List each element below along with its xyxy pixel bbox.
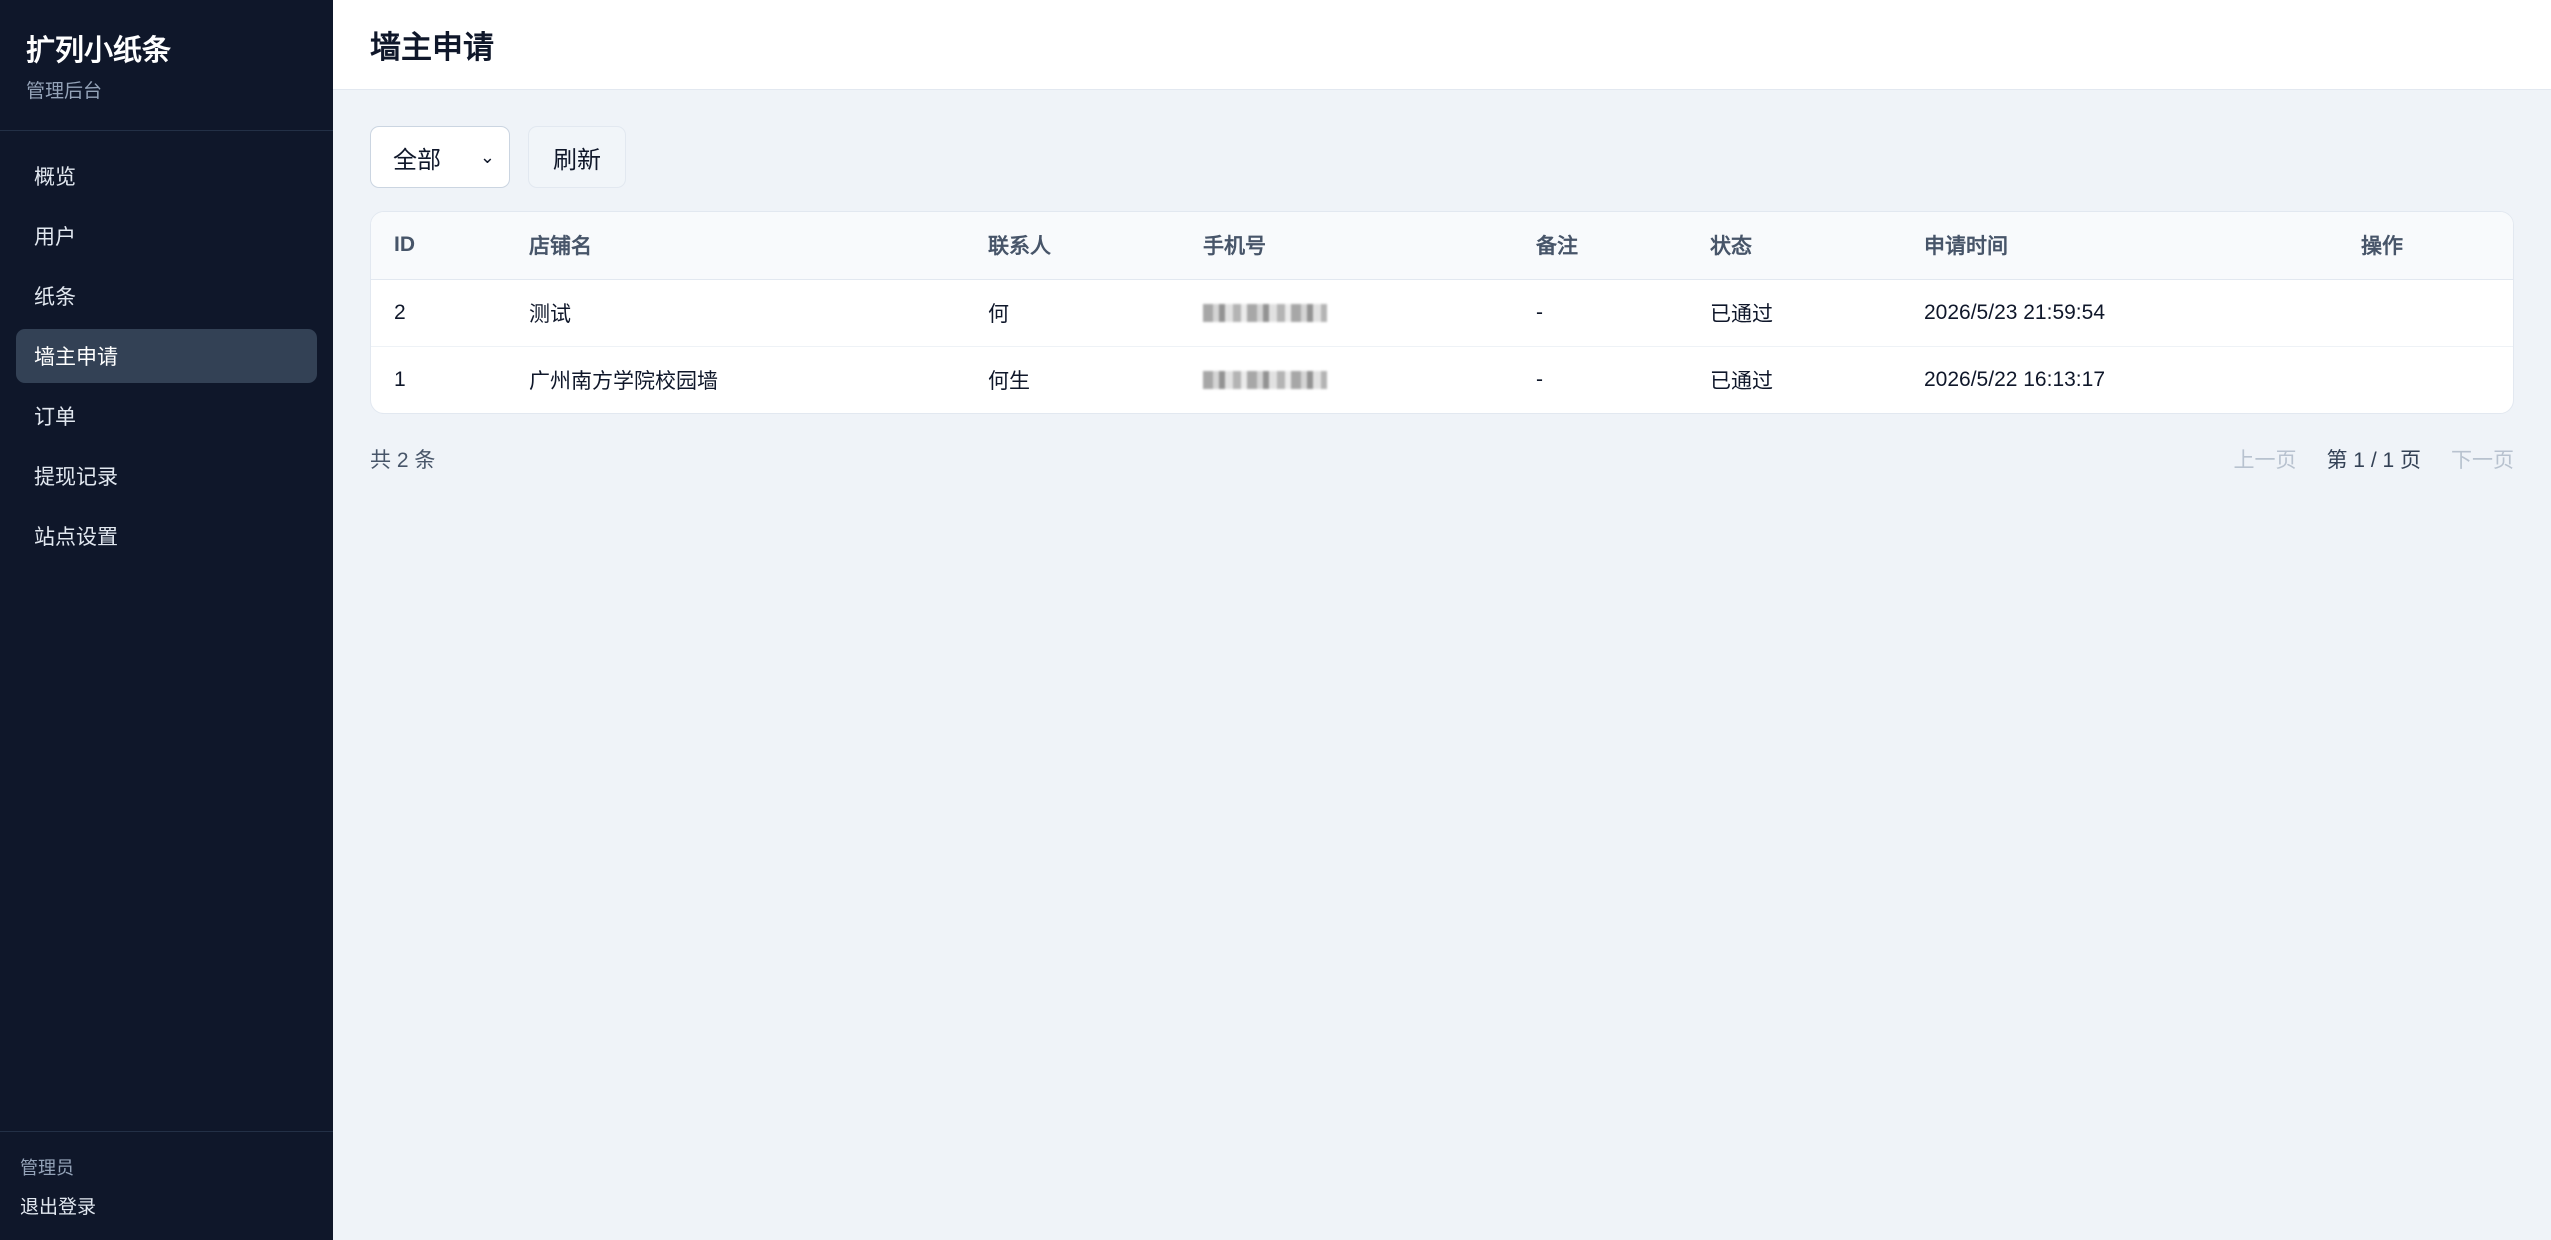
table-header-row: ID 店铺名 联系人 手机号 备注 状态 申请时间 操作 [371, 212, 2513, 280]
column-header-id: ID [371, 212, 506, 280]
next-page-button[interactable]: 下一页 [2451, 444, 2514, 474]
total-count: 共 2 条 [370, 449, 436, 472]
column-header-status: 状态 [1687, 212, 1901, 280]
pagination: 上一页 第 1 / 1 页 下一页 [2233, 444, 2514, 474]
cell-id: 2 [371, 279, 506, 347]
sidebar: 扩列小纸条 管理后台 概览 用户 纸条 墙主申请 订单 提现记录 站点设置 管理… [0, 0, 333, 1240]
sidebar-item-overview[interactable]: 概览 [16, 149, 317, 203]
cell-contact: 何生 [988, 369, 1030, 393]
chevron-down-icon: ⌄ [479, 146, 495, 167]
main-area: 墙主申请 全部 ⌄ 刷新 ID 店铺名 联系人 手机号 备注 状态 申请时间 操… [333, 0, 2551, 1240]
cell-contact: 何 [965, 279, 1180, 347]
cell-shop: 广州南方学院校园墙 [529, 369, 718, 393]
sidebar-footer: 管理员 退出登录 [0, 1131, 333, 1240]
brand: 扩列小纸条 管理后台 [0, 0, 333, 131]
column-header-remark: 备注 [1513, 212, 1687, 280]
cell-remark: - [1513, 279, 1687, 347]
top-bar: 墙主申请 [333, 0, 2551, 90]
cell-status: 已通过 [1687, 279, 1901, 347]
brand-title: 扩列小纸条 [26, 35, 172, 67]
sidebar-item-site-settings[interactable]: 站点设置 [16, 509, 317, 563]
logout-link[interactable]: 退出登录 [20, 1192, 313, 1219]
applications-table: ID 店铺名 联系人 手机号 备注 状态 申请时间 操作 2 测试 何 - 已通… [371, 212, 2513, 413]
prev-page-button[interactable]: 上一页 [2233, 444, 2296, 474]
cell-phone [1180, 279, 1513, 347]
admin-role-label: 管理员 [20, 1158, 74, 1178]
column-header-contact: 联系人 [965, 212, 1180, 280]
status-filter-value: 全部 [393, 146, 441, 174]
sidebar-item-withdrawals[interactable]: 提现记录 [16, 449, 317, 503]
content: 全部 ⌄ 刷新 ID 店铺名 联系人 手机号 备注 状态 申请时间 操作 2 测… [333, 90, 2551, 510]
table-row: 2 测试 何 - 已通过 2026/5/23 21:59:54 [371, 279, 2513, 347]
column-header-shop: 店铺名 [506, 212, 965, 280]
column-header-actions: 操作 [2338, 212, 2513, 280]
brand-subtitle: 管理后台 [26, 81, 103, 102]
cell-remark: - [1536, 367, 1543, 391]
redacted-phone [1203, 303, 1327, 322]
sidebar-nav: 概览 用户 纸条 墙主申请 订单 提现记录 站点设置 [0, 131, 333, 1131]
redacted-phone [1203, 371, 1327, 390]
cell-phone [1180, 346, 1513, 413]
cell-id: 1 [394, 367, 406, 391]
column-header-time: 申请时间 [1901, 212, 2338, 280]
sidebar-item-wall-applications[interactable]: 墙主申请 [16, 329, 317, 383]
cell-time: 2026/5/23 21:59:54 [1901, 279, 2338, 347]
sidebar-item-notes[interactable]: 纸条 [16, 269, 317, 323]
applications-table-card: ID 店铺名 联系人 手机号 备注 状态 申请时间 操作 2 测试 何 - 已通… [370, 211, 2514, 414]
column-header-phone: 手机号 [1180, 212, 1513, 280]
table-footer: 共 2 条 上一页 第 1 / 1 页 下一页 [370, 444, 2514, 474]
table-row: 1 广州南方学院校园墙 何生 - 已通过 2026/5/22 16:13:17 [371, 346, 2513, 413]
page-indicator: 第 1 / 1 页 [2326, 449, 2421, 472]
cell-time: 2026/5/22 16:13:17 [1924, 367, 2106, 391]
toolbar: 全部 ⌄ 刷新 [370, 126, 2514, 188]
status-filter-select[interactable]: 全部 ⌄ [370, 126, 510, 188]
cell-actions [2338, 346, 2513, 413]
cell-actions [2338, 279, 2513, 347]
sidebar-item-orders[interactable]: 订单 [16, 389, 317, 443]
cell-status: 已通过 [1710, 369, 1773, 393]
refresh-button[interactable]: 刷新 [528, 126, 626, 188]
sidebar-item-users[interactable]: 用户 [16, 209, 317, 263]
app-root: 扩列小纸条 管理后台 概览 用户 纸条 墙主申请 订单 提现记录 站点设置 管理… [0, 0, 2551, 1240]
cell-shop: 测试 [506, 279, 965, 347]
page-title: 墙主申请 [370, 30, 494, 65]
